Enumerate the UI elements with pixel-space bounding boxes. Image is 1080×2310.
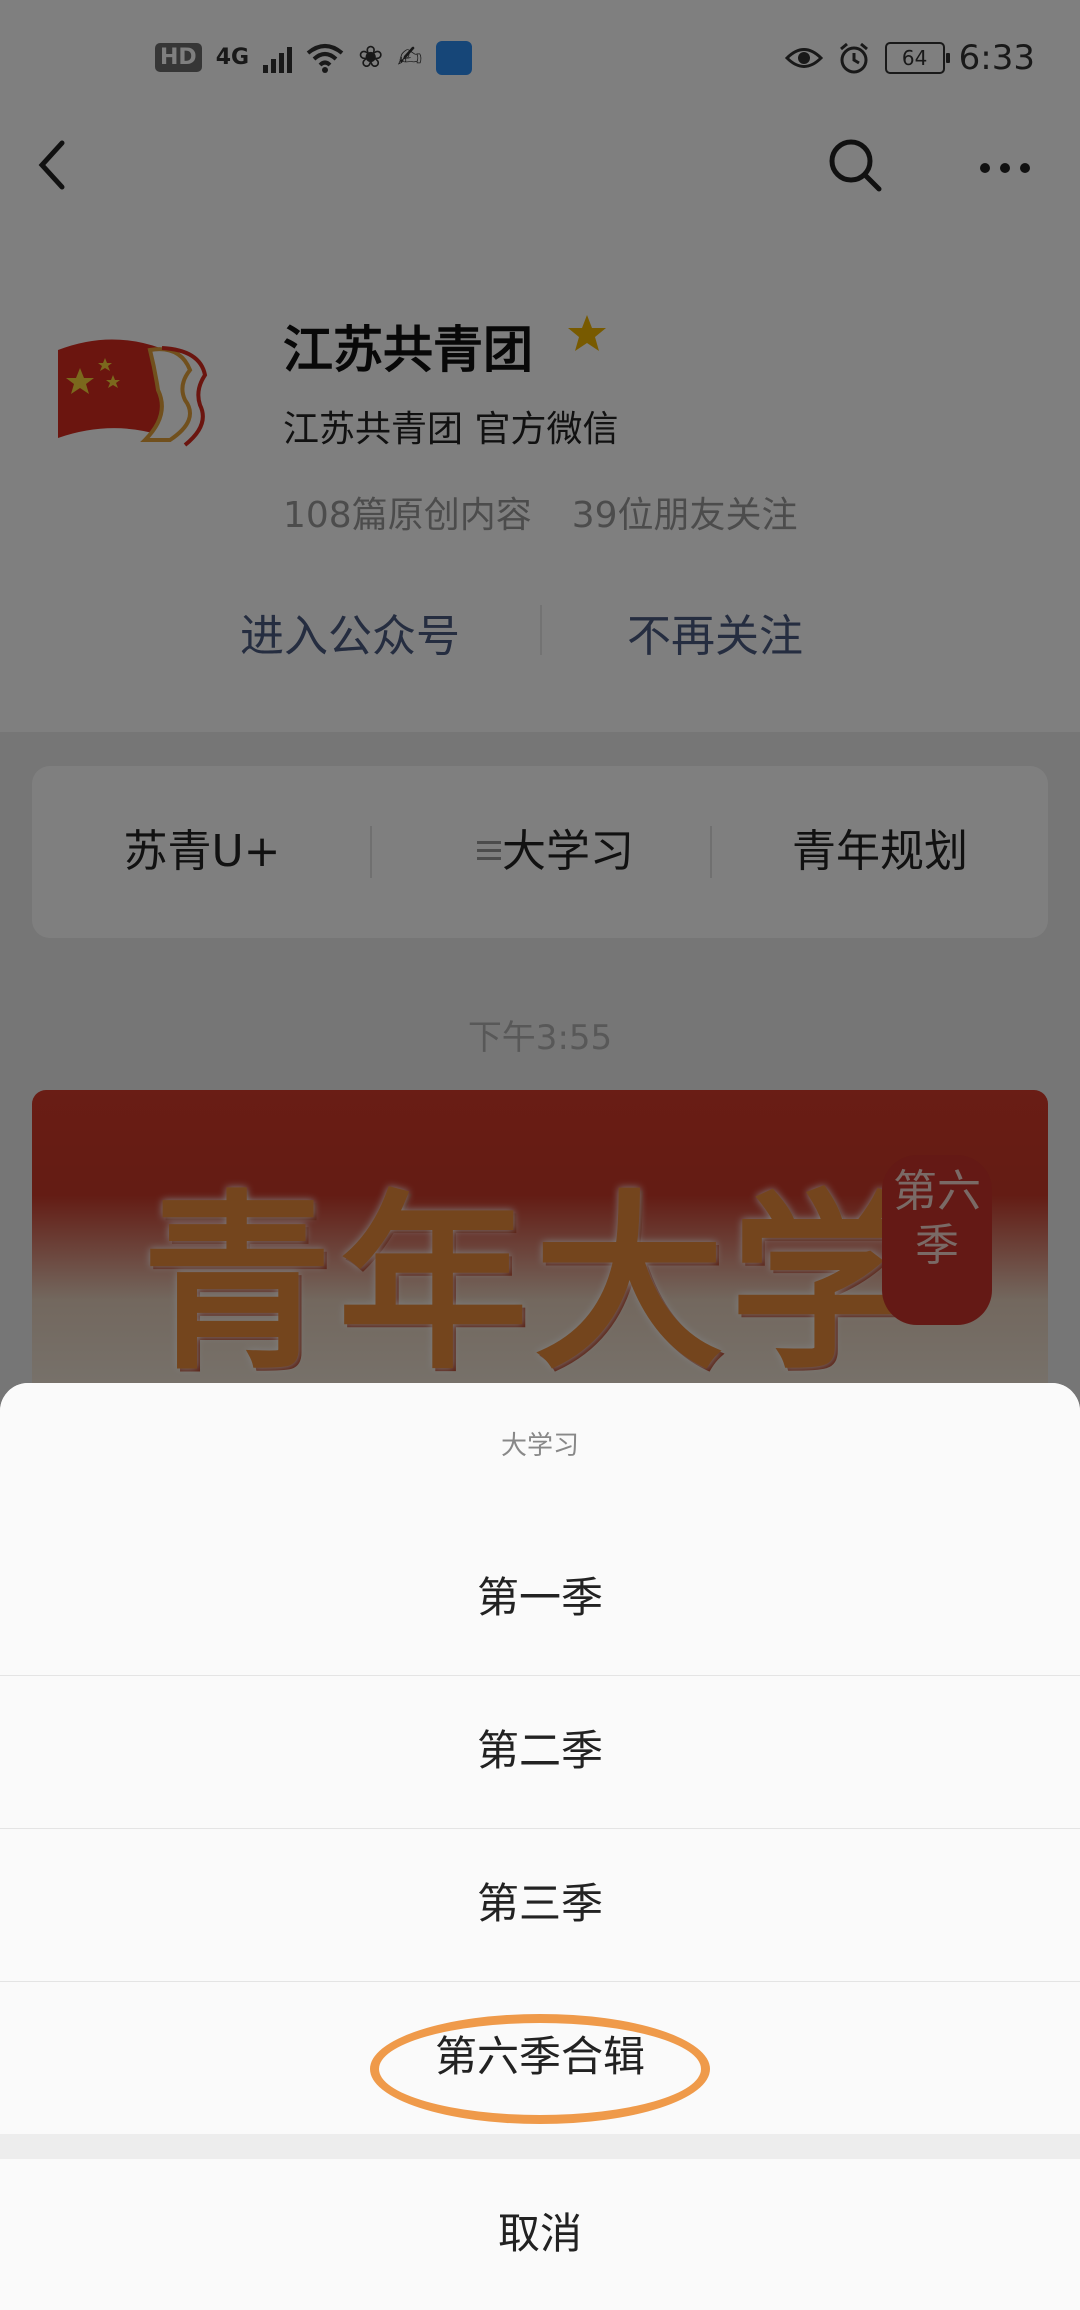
cancel-button[interactable]: 取消 — [0, 2159, 1080, 2310]
highlight-annotation-circle — [370, 2014, 710, 2124]
action-sheet: 大学习 第一季 第二季 第三季 第六季合辑 取消 — [0, 1383, 1080, 2310]
action-sheet-title: 大学习 — [0, 1383, 1080, 1523]
option-season-3[interactable]: 第三季 — [0, 1829, 1080, 1982]
option-season-1[interactable]: 第一季 — [0, 1523, 1080, 1676]
wechat-official-account-page: HD 4G ❀ ✍ — [0, 0, 1080, 2310]
option-season-2[interactable]: 第二季 — [0, 1676, 1080, 1829]
